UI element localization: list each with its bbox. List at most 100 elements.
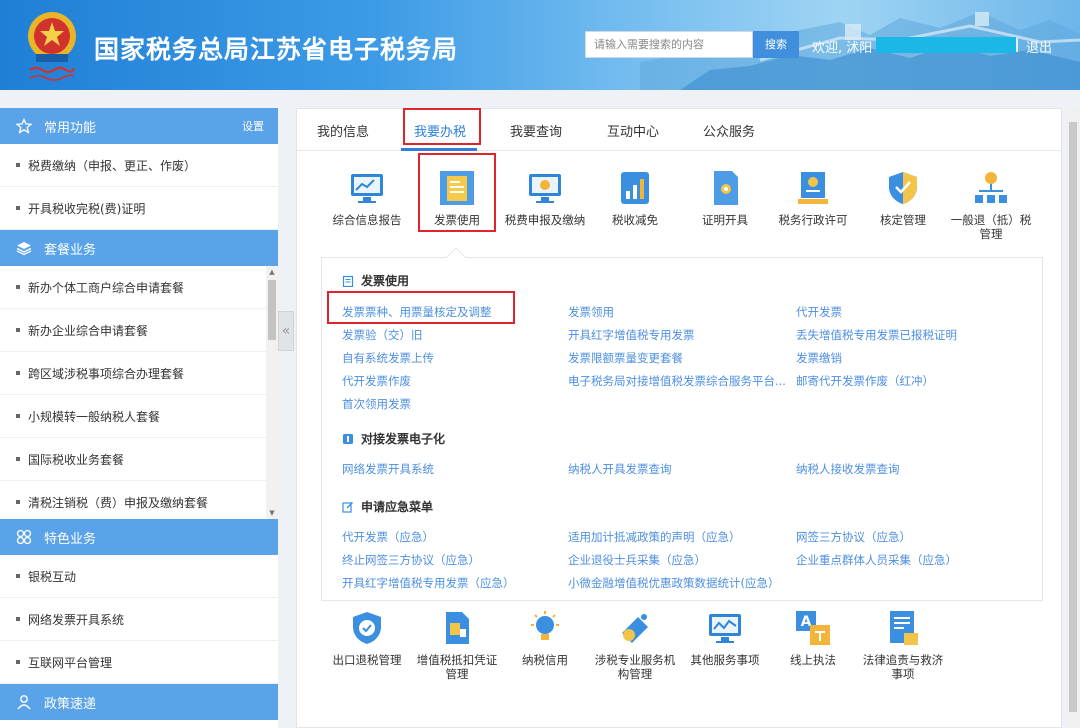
link-invoice-cancel[interactable]: 发票缴销: [796, 350, 842, 366]
link-received-invoice-query[interactable]: 纳税人接收发票查询: [796, 461, 900, 477]
service-admin-license[interactable]: 税务行政许可: [768, 169, 858, 227]
sidebar-item[interactable]: 互联网平台管理: [0, 641, 278, 684]
link-issued-invoice-query[interactable]: 纳税人开具发票查询: [568, 461, 672, 477]
link-online-invoice[interactable]: 网络发票开具系统: [342, 461, 434, 477]
link-emergency-veteran[interactable]: 企业退役士兵采集（应急）: [568, 552, 706, 568]
link-own-system-upload[interactable]: 自有系统发票上传: [342, 350, 434, 366]
header-divider: [1016, 38, 1018, 52]
link-lost-vat-proof[interactable]: 丢失增值税专用发票已报税证明: [796, 327, 957, 343]
sidebar-section-package[interactable]: 套餐业务: [0, 230, 278, 266]
edit-icon: [342, 501, 353, 513]
service-comprehensive-report[interactable]: 综合信息报告: [322, 169, 412, 227]
tab-query[interactable]: 我要查询: [510, 121, 562, 140]
link-mail-agent-void[interactable]: 邮寄代开发票作废（红冲）: [796, 373, 934, 389]
service-tax-reduction[interactable]: 税收减免: [590, 169, 680, 227]
sidebar-item[interactable]: 网络发票开具系统: [0, 598, 278, 641]
sidebar-item[interactable]: 小规模转一般纳税人套餐: [0, 395, 278, 438]
link-emergency-micro-finance[interactable]: 小微金融增值税优惠政策数据统计(应急）: [568, 575, 779, 591]
service-tax-declaration[interactable]: 税费申报及缴纳: [500, 169, 590, 227]
logout-link[interactable]: 退出: [1026, 37, 1052, 56]
tab-public-service[interactable]: 公众服务: [703, 121, 755, 140]
service-vat-voucher[interactable]: 增值税抵扣凭证管理: [412, 609, 502, 681]
service-verification[interactable]: 核定管理: [858, 169, 948, 227]
tab-interaction[interactable]: 互动中心: [607, 121, 659, 140]
layers-icon: [16, 240, 32, 256]
scroll-up-arrow-icon[interactable]: ▲: [266, 266, 278, 278]
sidebar-item[interactable]: 清税注销税（费）申报及缴纳套餐: [0, 481, 278, 519]
service-certificate[interactable]: 证明开具: [680, 169, 770, 227]
legal-doc-icon: [890, 611, 918, 645]
link-emergency-key-group[interactable]: 企业重点群体人员采集（应急）: [796, 552, 957, 568]
sidebar-item-label: 开具税收完税(费)证明: [28, 201, 146, 216]
link-invoice-limit-change[interactable]: 发票限额票量变更套餐: [568, 350, 683, 366]
sidebar-item[interactable]: 税费缴纳（申报、更正、作废）: [0, 144, 278, 187]
sidebar: 常用功能 设置 税费缴纳（申报、更正、作废） 开具税收完税(费)证明 套餐业务 …: [0, 108, 278, 728]
bullet-icon: [16, 328, 20, 332]
bullet-icon: [16, 457, 20, 461]
sidebar-item-label: 网络发票开具系统: [28, 612, 125, 627]
package-list[interactable]: 新办个体工商户综合申请套餐 新办企业综合申请套餐 跨区域涉税事项综合办理套餐 小…: [0, 266, 278, 519]
link-agent-invoice-void[interactable]: 代开发票作废: [342, 373, 411, 389]
service-label: 线上执法: [790, 653, 836, 667]
sidebar-section-featured[interactable]: 特色业务: [0, 519, 278, 555]
active-tab-underline: [401, 148, 477, 151]
sidebar-item[interactable]: 新办个体工商户综合申请套餐: [0, 266, 278, 309]
settings-link[interactable]: 设置: [242, 118, 264, 134]
sidebar-scrollbar[interactable]: ▲ ▼: [266, 266, 278, 519]
grid-icon: [16, 529, 32, 545]
page-scrollbar-thumb[interactable]: [1069, 122, 1077, 712]
monitor-wave-icon: [709, 614, 741, 643]
link-emergency-deduction[interactable]: 适用加计抵减政策的声明（应急）: [568, 529, 741, 545]
highlight-box-link: [327, 291, 515, 324]
service-export-refund[interactable]: 出口退税管理: [322, 609, 412, 667]
sidebar-section-policy[interactable]: 政策速递: [0, 684, 278, 720]
sidebar-item[interactable]: 国际税收业务套餐: [0, 438, 278, 481]
service-label: 证明开具: [702, 213, 748, 227]
bullet-icon: [16, 660, 20, 664]
service-label: 一般退（抵）税管理: [950, 213, 1032, 241]
link-vat-platform[interactable]: 电子税务局对接增值税发票综合服务平台...: [568, 373, 786, 389]
link-emergency-red-vat[interactable]: 开具红字增值税专用发票（应急）: [342, 575, 515, 591]
link-emergency-tripartite[interactable]: 网签三方协议（应急）: [796, 529, 911, 545]
service-label: 核定管理: [880, 213, 926, 227]
service-tax-refund[interactable]: 一般退（抵）税管理: [946, 169, 1036, 241]
bullet-icon: [16, 414, 20, 418]
link-emergency-terminate[interactable]: 终止网签三方协议（应急）: [342, 552, 480, 568]
service-tax-credit[interactable]: 纳税信用: [500, 609, 590, 667]
service-label: 其他服务事项: [690, 653, 760, 667]
sidebar-section-common[interactable]: 常用功能 设置: [0, 108, 278, 144]
monitor-coin-icon: [529, 174, 561, 203]
scroll-down-arrow-icon[interactable]: ▼: [266, 507, 278, 519]
tab-my-info[interactable]: 我的信息: [317, 121, 369, 140]
link-invoice-collect[interactable]: 发票领用: [568, 304, 614, 320]
link-first-invoice[interactable]: 首次领用发票: [342, 396, 411, 412]
group-title-invoice: 发票使用: [342, 272, 409, 289]
sidebar-item-label: 国际税收业务套餐: [28, 452, 125, 467]
header-banner: 国家税务总局江苏省电子税务局 请输入需要搜索的内容 搜索 欢迎, 沭阳 退出: [0, 0, 1080, 90]
bullet-icon: [16, 500, 20, 504]
sidebar-item[interactable]: 跨区域涉税事项综合办理套餐: [0, 352, 278, 395]
service-agency-management[interactable]: 涉税专业服务机构管理: [590, 609, 680, 681]
certificate-icon: [714, 171, 738, 205]
search-input[interactable]: 请输入需要搜索的内容: [585, 31, 753, 58]
sidebar-item[interactable]: 新办企业综合申请套餐: [0, 309, 278, 352]
service-legal-remedy[interactable]: 法律追责与救济事项: [858, 609, 948, 681]
sidebar-item[interactable]: 开具税收完税(费)证明: [0, 187, 278, 230]
link-invoice-verify-old[interactable]: 发票验（交）旧: [342, 327, 423, 343]
page-scrollbar[interactable]: [1066, 108, 1080, 728]
search-button[interactable]: 搜索: [753, 31, 799, 58]
sidebar-item-label: 小规模转一般纳税人套餐: [28, 409, 161, 424]
user-name-redaction: [876, 37, 1016, 53]
export-shield-icon: [353, 612, 381, 644]
scrollbar-thumb[interactable]: [268, 280, 276, 340]
service-online-enforcement[interactable]: A 线上执法: [768, 609, 858, 667]
link-red-vat-invoice[interactable]: 开具红字增值税专用发票: [568, 327, 695, 343]
sidebar-item-label: 银税互动: [28, 569, 77, 584]
link-agent-invoice[interactable]: 代开发票: [796, 304, 842, 320]
sidebar-section-title: 特色业务: [44, 531, 97, 547]
service-other[interactable]: 其他服务事项: [680, 609, 770, 667]
link-emergency-agent-invoice[interactable]: 代开发票（应急）: [342, 529, 434, 545]
sidebar-item[interactable]: 银税互动: [0, 555, 278, 598]
bullet-icon: [16, 285, 20, 289]
collapse-sidebar-button[interactable]: «: [278, 311, 294, 351]
